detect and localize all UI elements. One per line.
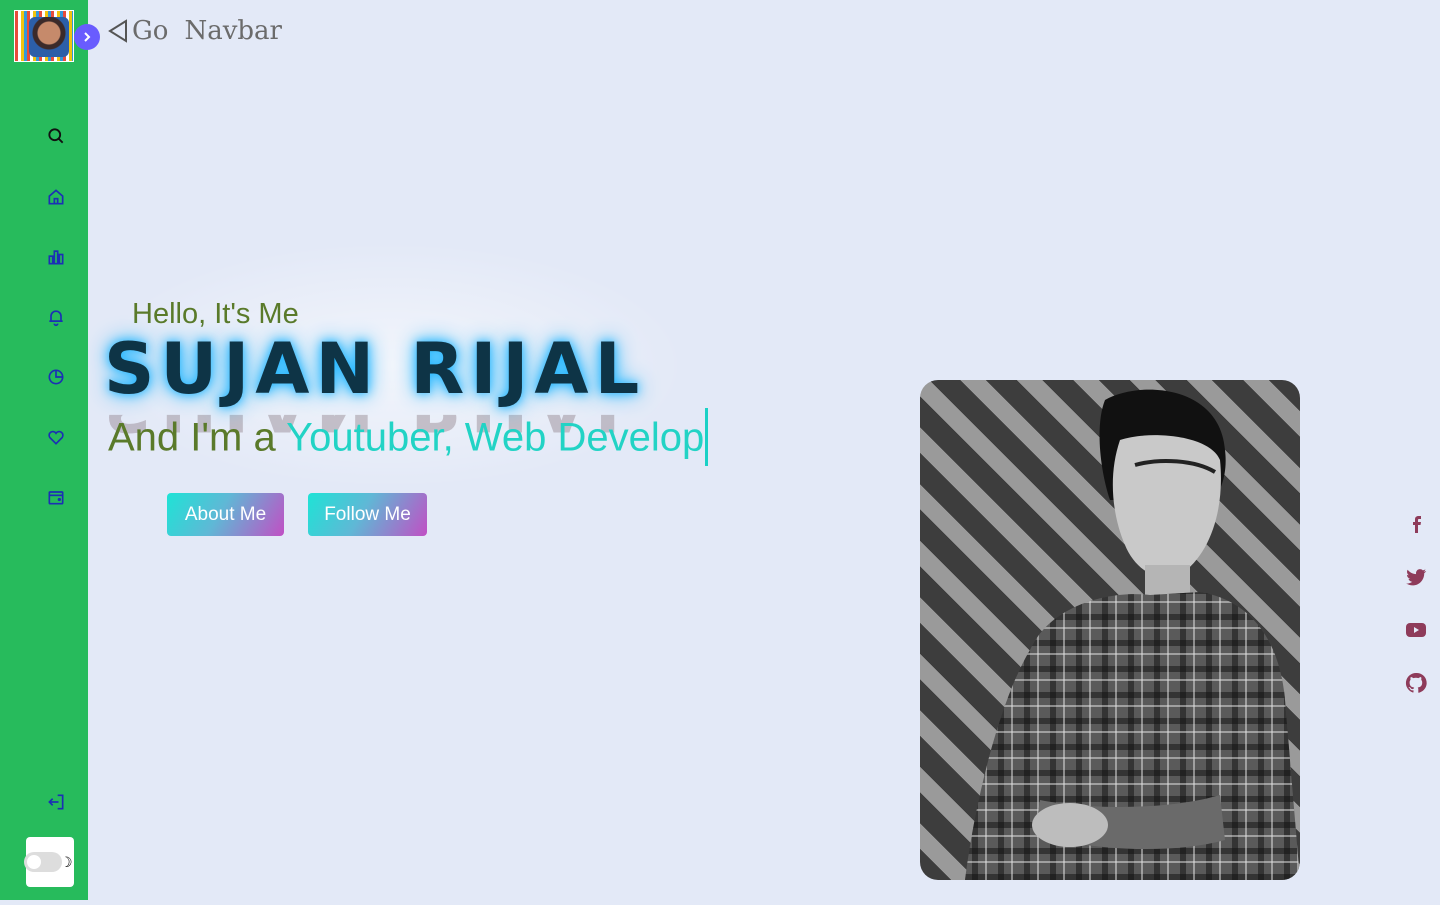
navbar-label: Navbar: [184, 16, 282, 46]
pie-chart-icon[interactable]: [44, 365, 68, 389]
go-navbar-link[interactable]: Go Navbar: [106, 16, 282, 46]
logout-icon[interactable]: [44, 790, 68, 814]
youtube-icon[interactable]: [1402, 616, 1430, 644]
tagline-typed: Youtuber, Web Develop: [286, 415, 705, 460]
github-icon[interactable]: [1402, 669, 1430, 697]
tagline-prefix: And I'm a: [108, 415, 287, 460]
twitter-icon[interactable]: [1402, 563, 1430, 591]
go-label: Go: [132, 16, 169, 46]
hero-name: SUJAN RIJAL: [104, 328, 646, 410]
chevron-right-icon: [84, 32, 91, 42]
avatar-face: [29, 17, 69, 57]
search-icon[interactable]: [44, 124, 68, 148]
profile-avatar[interactable]: [14, 10, 74, 62]
theme-toggle-box: ☽: [24, 837, 74, 887]
wallet-icon[interactable]: [44, 485, 68, 509]
switch-knob: [27, 855, 41, 869]
sidebar-toggle-button[interactable]: [74, 24, 100, 50]
profile-photo: [920, 380, 1300, 880]
moon-icon: ☽: [60, 855, 73, 871]
dark-mode-switch[interactable]: [24, 852, 62, 872]
person-silhouette: [965, 389, 1300, 880]
about-me-button[interactable]: About Me: [167, 493, 284, 536]
follow-me-button[interactable]: Follow Me: [308, 493, 427, 536]
hero-tagline: And I'm a Youtuber, Web Develop: [108, 408, 709, 466]
heart-icon[interactable]: [44, 425, 68, 449]
home-icon[interactable]: [44, 185, 68, 209]
bar-chart-icon[interactable]: [44, 245, 68, 269]
bell-icon[interactable]: [44, 305, 68, 329]
facebook-icon[interactable]: [1402, 510, 1430, 538]
typing-cursor: [705, 408, 709, 466]
sidebar: ☽: [0, 0, 88, 900]
triangle-left-icon: [108, 19, 127, 43]
hero-greeting: Hello, It's Me: [132, 298, 299, 330]
